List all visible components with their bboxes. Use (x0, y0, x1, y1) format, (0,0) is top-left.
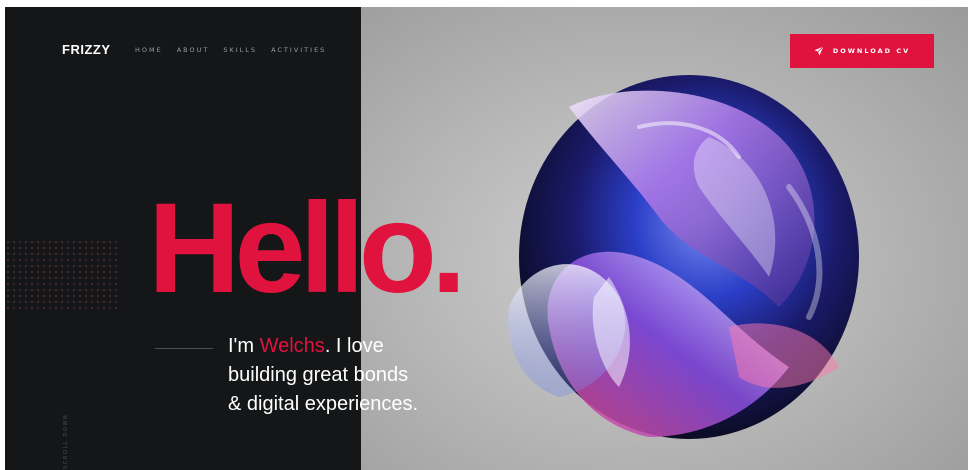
glass-sphere-artwork (508, 75, 859, 439)
scroll-down-indicator[interactable]: SCROLL DOWN (63, 405, 73, 469)
intro-line-1: I'm Welchs. I love (228, 332, 488, 361)
intro-line-3: & digital experiences. (228, 393, 419, 415)
scroll-down-label: SCROLL DOWN (63, 413, 69, 469)
hero-intro-text: I'm Welchs. I love building great bonds … (228, 332, 488, 419)
top-navigation: FRIZZY HOME ABOUT SKILLS ACTIVITIES DOWN… (5, 7, 968, 87)
download-cv-label: DOWNLOAD CV (832, 47, 911, 55)
download-cv-button[interactable]: DOWNLOAD CV (790, 34, 934, 68)
intro-name: Welchs (259, 335, 325, 357)
nav-item-home[interactable]: HOME (135, 46, 163, 54)
intro-prefix: I'm (228, 335, 260, 357)
intro-line-2: building great bonds (228, 364, 409, 386)
brand-logo[interactable]: FRIZZY (62, 42, 111, 57)
intro-line1-rest: . I love (324, 335, 384, 357)
nav-item-activities[interactable]: ACTIVITIES (271, 46, 326, 54)
hero-headline: Hello. (148, 177, 466, 320)
nav-item-skills[interactable]: SKILLS (223, 46, 257, 54)
page-frame: FRIZZY HOME ABOUT SKILLS ACTIVITIES DOWN… (5, 7, 968, 470)
dot-pattern (5, 239, 121, 311)
nav-item-about[interactable]: ABOUT (177, 46, 210, 54)
send-icon (814, 46, 824, 56)
intro-divider (155, 348, 213, 349)
nav-menu: HOME ABOUT SKILLS ACTIVITIES (135, 46, 326, 54)
